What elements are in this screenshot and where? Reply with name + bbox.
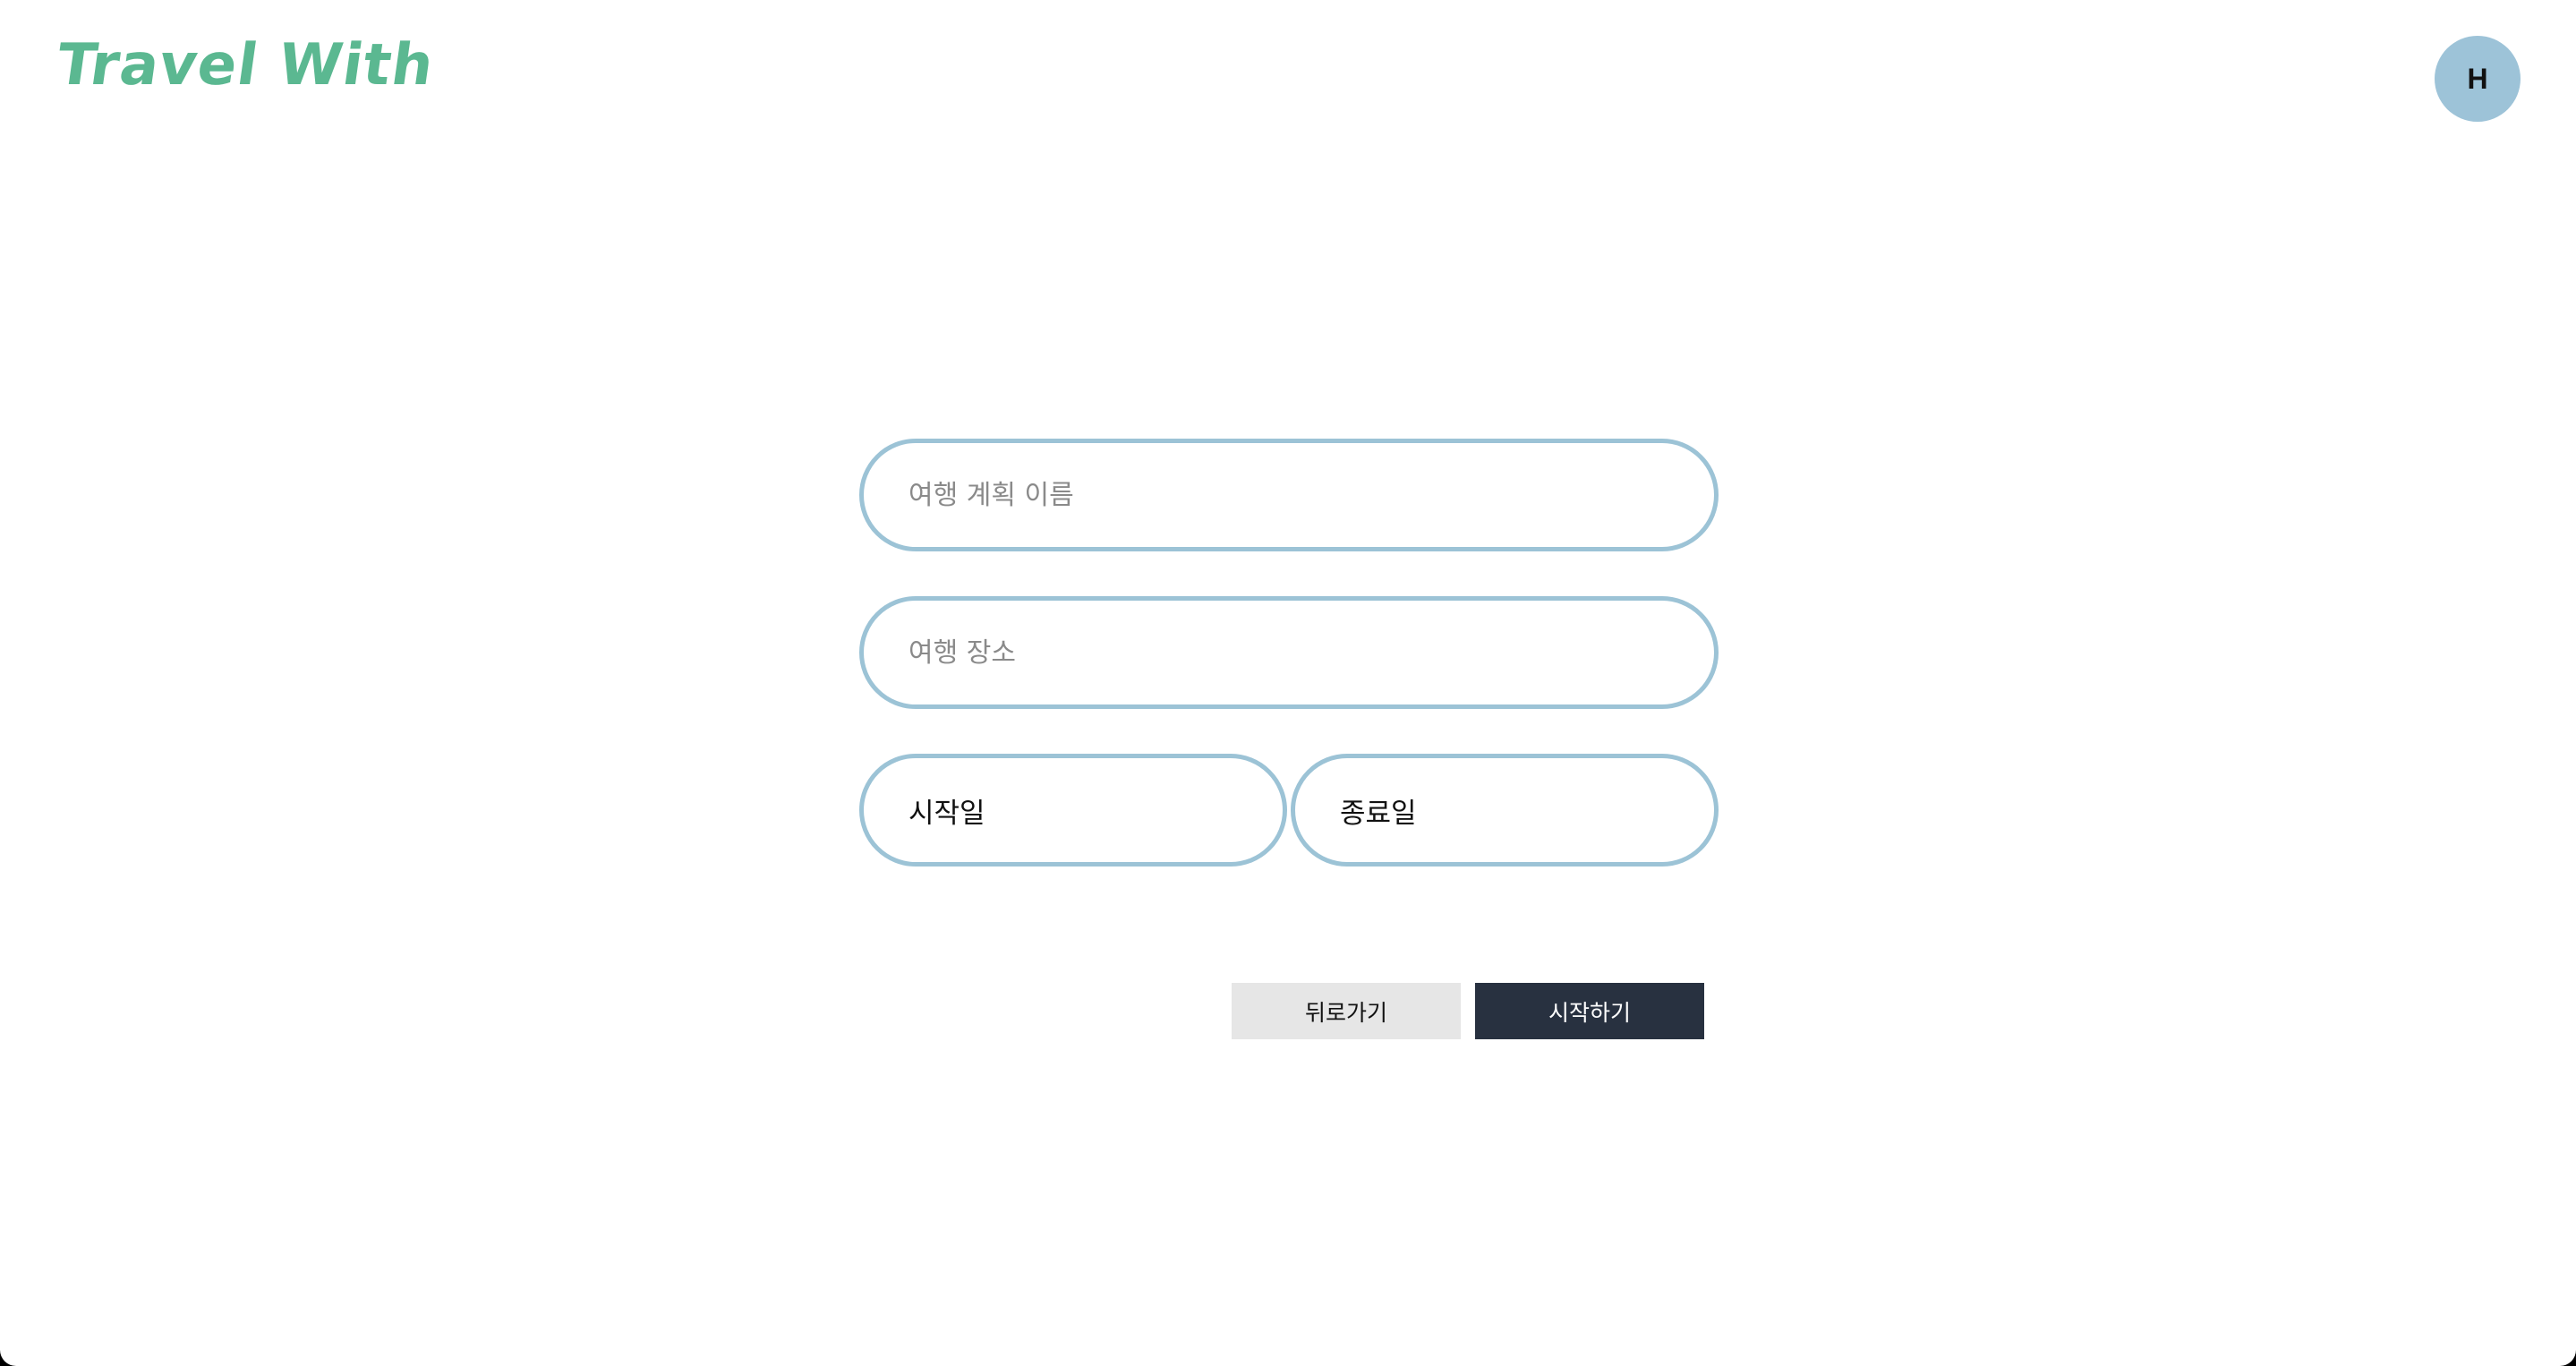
trip-name-field xyxy=(859,439,1719,551)
app-window: Travel With H 시작일 종료일 뒤로가기 시작하기 xyxy=(0,0,2576,1366)
user-avatar[interactable]: H xyxy=(2435,36,2521,122)
start-date-label: 시작일 xyxy=(908,797,985,830)
logo[interactable]: Travel With xyxy=(53,32,439,98)
trip-name-input[interactable] xyxy=(864,443,1714,547)
start-date-field[interactable]: 시작일 xyxy=(859,754,1287,867)
end-date-field[interactable]: 종료일 xyxy=(1291,754,1719,867)
trip-place-field xyxy=(859,596,1719,709)
end-date-label: 종료일 xyxy=(1340,797,1417,830)
back-button[interactable]: 뒤로가기 xyxy=(1232,983,1461,1039)
trip-place-input[interactable] xyxy=(864,601,1714,704)
start-button[interactable]: 시작하기 xyxy=(1475,983,1704,1039)
